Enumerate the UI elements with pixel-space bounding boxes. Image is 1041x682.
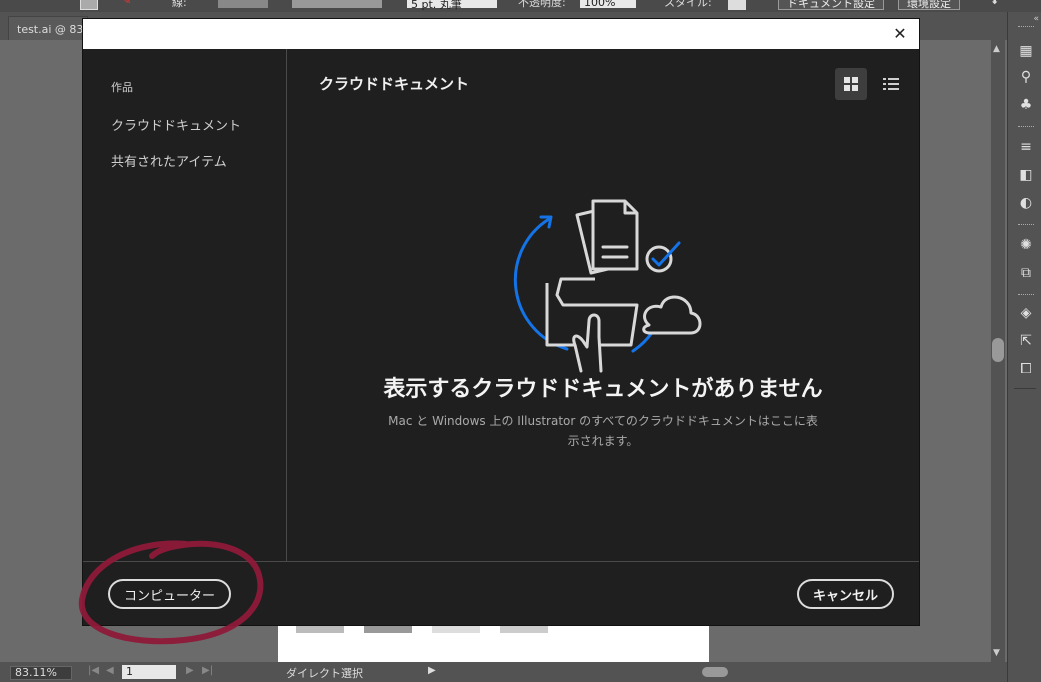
- panel-dock: « ▦ ⚲ ♣ ≡ ◧ ◐ ✺ ⧉ ◈ ⇱ ⧠: [1007, 12, 1041, 682]
- computer-button[interactable]: コンピューター: [108, 579, 232, 609]
- document-setup-button[interactable]: ドキュメント設定: [778, 0, 884, 10]
- status-bar: 83.11% |◀ ◀ 1 ▶ ▶| ダイレクト選択 ▶: [0, 662, 1007, 682]
- grid-icon: [844, 77, 858, 91]
- arrange-icon[interactable]: ⬍: [990, 0, 999, 7]
- status-menu-icon[interactable]: ▶: [428, 665, 436, 676]
- list-view-button[interactable]: [875, 68, 907, 100]
- preferences-button[interactable]: 環境設定: [898, 0, 960, 10]
- dock-grip[interactable]: [1018, 26, 1034, 29]
- vertical-scrollbar[interactable]: ▲ ▼: [991, 40, 1005, 662]
- variable-width-profile[interactable]: [292, 0, 382, 8]
- last-artboard-icon[interactable]: ▶|: [202, 665, 213, 676]
- stroke-color-icon[interactable]: ✎: [122, 0, 131, 7]
- stroke-label: 線:: [172, 0, 187, 9]
- empty-state-title: 表示するクラウドドキュメントがありません: [383, 377, 823, 402]
- asset-export-panel-icon[interactable]: ⇱: [1017, 332, 1035, 350]
- dock-grip[interactable]: [1018, 294, 1034, 297]
- cloud-documents-dialog: ✕ 作品 クラウドドキュメント 共有されたアイテム クラウドドキュメント 表示す…: [83, 19, 919, 625]
- dialog-footer: コンピューター キャンセル: [83, 561, 919, 626]
- symbols-panel-icon[interactable]: ♣: [1017, 96, 1035, 114]
- empty-state-description: Mac と Windows 上の Illustrator のすべてのクラウドドキ…: [388, 414, 818, 448]
- first-artboard-icon[interactable]: |◀: [88, 665, 99, 676]
- list-icon: [883, 78, 899, 90]
- scroll-down-icon[interactable]: ▼: [993, 648, 1000, 658]
- opacity-field[interactable]: 100%: [580, 0, 636, 9]
- dock-grip[interactable]: [1018, 126, 1034, 129]
- swatches-panel-icon[interactable]: ▦: [1017, 42, 1035, 60]
- dock-grip[interactable]: [1018, 224, 1034, 227]
- brushes-panel-icon[interactable]: ⚲: [1017, 68, 1035, 86]
- artboards-panel-icon[interactable]: ⧠: [1017, 360, 1035, 378]
- brush-definition-select[interactable]: 5 pt. 丸筆: [407, 0, 497, 11]
- scroll-thumb[interactable]: [992, 338, 1004, 362]
- dock-divider: [1014, 388, 1036, 391]
- swatch-chip: [432, 626, 480, 633]
- stroke-panel-icon[interactable]: ≡: [1017, 138, 1035, 156]
- appearance-panel-icon[interactable]: ✺: [1017, 236, 1035, 254]
- collapse-dock-icon[interactable]: «: [1033, 14, 1039, 24]
- close-icon[interactable]: ✕: [889, 23, 911, 45]
- gradient-panel-icon[interactable]: ◧: [1017, 166, 1035, 184]
- dialog-sidebar: 作品 クラウドドキュメント 共有されたアイテム: [83, 49, 287, 561]
- horizontal-scroll-thumb[interactable]: [702, 667, 728, 677]
- cancel-button[interactable]: キャンセル: [796, 579, 894, 609]
- scroll-up-icon[interactable]: ▲: [993, 44, 1000, 54]
- document-tab[interactable]: test.ai @ 83.11%: [8, 16, 88, 40]
- transparency-panel-icon[interactable]: ◐: [1017, 194, 1035, 212]
- graphic-styles-panel-icon[interactable]: ⧉: [1017, 264, 1035, 282]
- page-title: クラウドドキュメント: [319, 75, 470, 93]
- horizontal-scrollbar[interactable]: [440, 666, 986, 678]
- swatch-chip: [364, 626, 412, 633]
- sidebar-item-cloud-documents[interactable]: クラウドドキュメント: [111, 115, 241, 134]
- artboard-number-field[interactable]: 1: [122, 665, 176, 679]
- fill-swatch[interactable]: [80, 0, 98, 10]
- grid-view-button[interactable]: [835, 68, 867, 100]
- style-swatch[interactable]: [728, 0, 746, 10]
- sidebar-heading: 作品: [111, 81, 133, 94]
- swatch-chip: [500, 626, 548, 633]
- dialog-titlebar: ✕: [83, 19, 919, 49]
- style-label: スタイル:: [664, 0, 712, 9]
- next-artboard-icon[interactable]: ▶: [186, 665, 194, 676]
- zoom-select[interactable]: 83.11%: [10, 666, 72, 680]
- dialog-main: クラウドドキュメント 表示するクラウドドキュメントがありません Mac と Wi…: [287, 49, 919, 561]
- current-tool-label: ダイレクト選択: [286, 667, 363, 680]
- layers-panel-icon[interactable]: ◈: [1017, 304, 1035, 322]
- opacity-label: 不透明度:: [518, 0, 566, 9]
- swatch-chip: [296, 626, 344, 633]
- control-bar: ✎ 線: 5 pt. 丸筆 不透明度: 100% スタイル: ドキュメント設定 …: [0, 0, 1041, 12]
- stroke-weight-field[interactable]: [218, 0, 268, 8]
- cloud-documents-illustration: [513, 199, 702, 373]
- sidebar-item-shared-items[interactable]: 共有されたアイテム: [111, 151, 227, 170]
- previous-artboard-icon[interactable]: ◀: [106, 665, 114, 676]
